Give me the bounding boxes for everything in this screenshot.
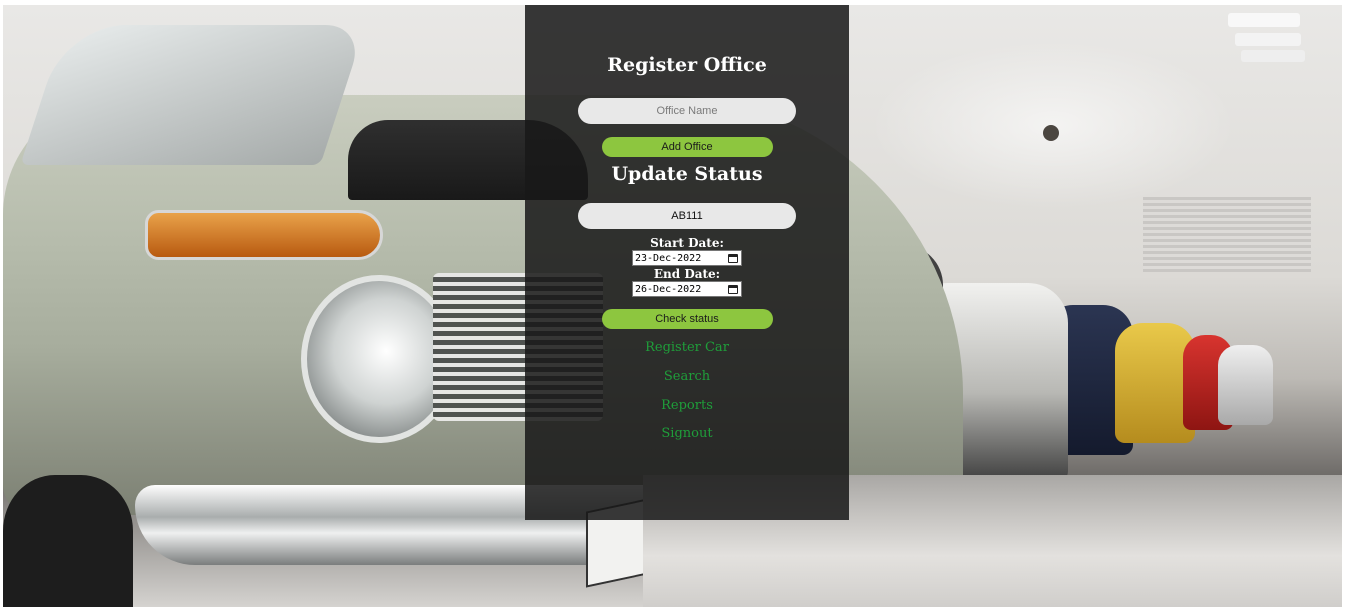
- car-windshield: [20, 25, 366, 165]
- register-office-heading: Register Office: [607, 54, 767, 76]
- wall-camera: [1043, 125, 1059, 141]
- car-white: [1218, 345, 1273, 425]
- start-date-label: Start Date:: [650, 236, 724, 250]
- control-panel: Register Office Add Office Update Status…: [525, 5, 849, 520]
- nav-signout[interactable]: Signout: [661, 426, 712, 442]
- car-id-input[interactable]: [578, 203, 796, 229]
- office-name-input[interactable]: [578, 98, 796, 124]
- nav-register-car[interactable]: Register Car: [645, 340, 729, 356]
- start-date-value: 23-Dec-2022: [635, 252, 702, 264]
- calendar-icon[interactable]: [728, 284, 738, 294]
- calendar-icon[interactable]: [728, 253, 738, 263]
- check-status-button[interactable]: Check status: [601, 309, 773, 329]
- ceiling-light: [1235, 33, 1301, 46]
- end-date-input[interactable]: 26-Dec-2022: [632, 281, 742, 297]
- ceiling-light: [1228, 13, 1300, 27]
- end-date-value: 26-Dec-2022: [635, 283, 702, 295]
- update-status-heading: Update Status: [611, 163, 763, 185]
- add-office-button[interactable]: Add Office: [601, 137, 773, 157]
- car-tire: [3, 475, 133, 607]
- end-date-label: End Date:: [653, 267, 721, 281]
- wall-sign: [1143, 197, 1311, 272]
- ceiling-light: [1241, 50, 1305, 62]
- nav-reports[interactable]: Reports: [661, 398, 713, 414]
- nav-search[interactable]: Search: [664, 369, 710, 385]
- car-indicator-light: [145, 210, 383, 260]
- start-date-input[interactable]: 23-Dec-2022: [632, 250, 742, 266]
